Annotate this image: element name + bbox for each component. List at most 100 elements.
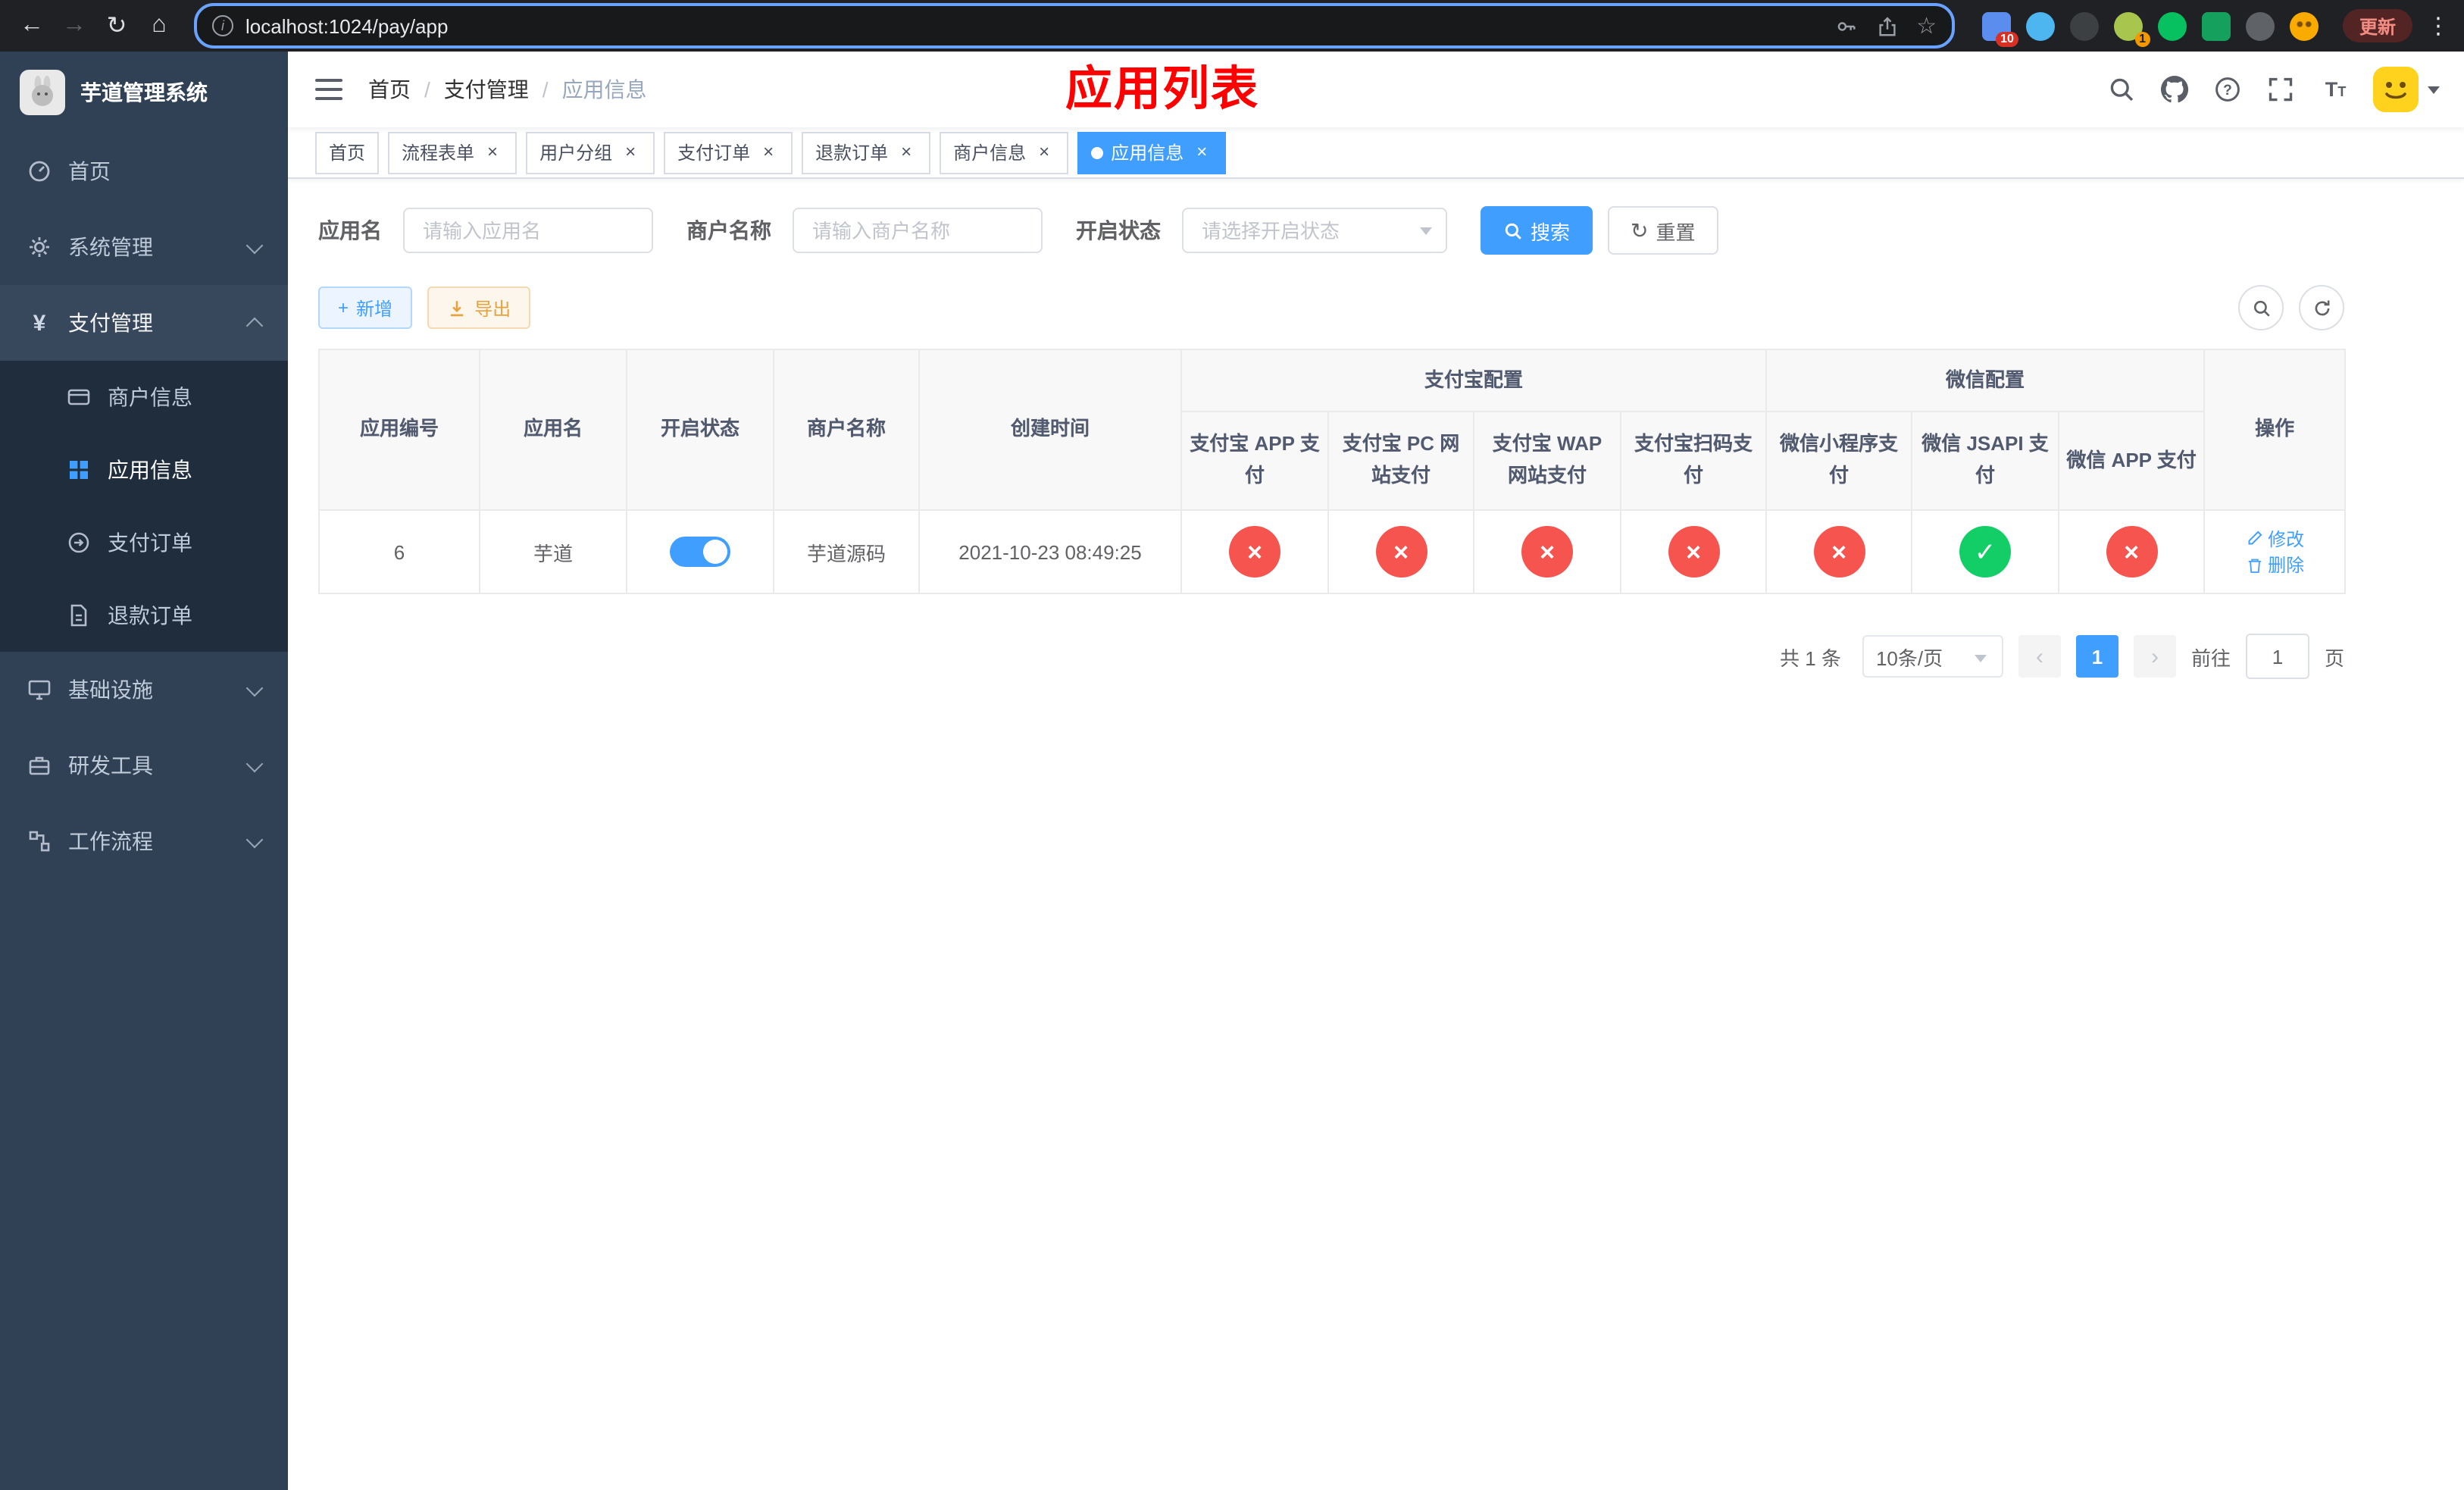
close-icon[interactable]: × [1033, 142, 1055, 163]
close-icon[interactable]: × [896, 142, 917, 163]
col-header-alipay-qr: 支付宝扫码支付 [1619, 411, 1768, 511]
table-row: 6 芋道 芋道源码 2021-10-23 08:49:25 × × × × × … [318, 509, 2347, 594]
avatar[interactable] [2373, 67, 2419, 112]
svg-text:T: T [2337, 84, 2346, 99]
close-icon[interactable]: × [758, 142, 779, 163]
url-text[interactable]: localhost:1024/pay/app [245, 14, 1822, 37]
site-info-icon[interactable]: i [212, 15, 233, 36]
app-logo[interactable]: 芋道管理系统 [0, 52, 288, 133]
breadcrumb-home[interactable]: 首页 [368, 74, 411, 105]
next-page-button[interactable]: › [2133, 635, 2176, 678]
tab-user-group[interactable]: 用户分组 × [526, 131, 655, 174]
extension-icon[interactable]: 10 [1981, 11, 2018, 46]
tab-label: 流程表单 [402, 142, 475, 164]
sidebar-item-pay-order[interactable]: 支付订单 [0, 506, 288, 579]
sidebar-item-pay[interactable]: ¥ 支付管理 [0, 285, 288, 361]
toggle-search-button[interactable] [2238, 285, 2284, 330]
cell-app-id: 6 [318, 509, 480, 594]
wx-jsapi-status-icon: ✓ [1959, 526, 2012, 578]
delete-button[interactable]: 删除 [2245, 552, 2304, 578]
search-icon [2253, 299, 2269, 316]
browser-update-button[interactable]: 更新 [2342, 9, 2412, 42]
user-menu[interactable] [2373, 67, 2440, 112]
export-button[interactable]: 导出 [427, 286, 531, 329]
extension-icon[interactable] [2025, 11, 2055, 40]
sidebar-item-infra[interactable]: 基础设施 [0, 652, 288, 728]
page-size-select[interactable]: 10条/页 [1862, 635, 2003, 678]
profile-avatar-icon[interactable] [2289, 11, 2319, 40]
total-count: 共 1 条 [1780, 646, 1841, 669]
extension-icon[interactable] [2157, 11, 2187, 40]
edit-button[interactable]: 修改 [2245, 525, 2304, 551]
sidebar-item-refund-order[interactable]: 退款订单 [0, 579, 288, 652]
search-button-label: 搜索 [1531, 221, 1571, 243]
browser-reload-button[interactable]: ↻ [97, 6, 136, 45]
sidebar-item-devtools[interactable]: 研发工具 [0, 728, 288, 803]
add-button[interactable]: + 新增 [318, 286, 413, 329]
reset-button[interactable]: ↻ 重置 [1608, 206, 1718, 255]
plus-icon: + [338, 297, 349, 318]
status-select-input[interactable] [1182, 208, 1447, 253]
sidebar-item-merchant-info[interactable]: 商户信息 [0, 361, 288, 434]
goto-page-input[interactable] [2245, 634, 2309, 679]
cell-app-name: 芋道 [479, 509, 627, 594]
sidebar-item-workflow[interactable]: 工作流程 [0, 803, 288, 879]
sidebar-item-app-info[interactable]: 应用信息 [0, 434, 288, 506]
help-icon[interactable]: ? [2208, 70, 2247, 109]
extensions-puzzle-icon[interactable] [2245, 11, 2275, 40]
document-icon [70, 604, 87, 627]
tab-refund-order[interactable]: 退款订单 × [802, 131, 931, 174]
rabbit-logo-icon [32, 76, 53, 106]
merchant-name-label: 商户名称 [686, 218, 771, 243]
export-button-label: 导出 [474, 298, 511, 319]
sidebar-item-home[interactable]: 首页 [0, 133, 288, 209]
browser-forward-button[interactable]: → [55, 6, 94, 45]
browser-home-button[interactable]: ⌂ [139, 6, 179, 45]
browser-menu-icon[interactable]: ⋮ [2425, 12, 2452, 39]
password-key-icon[interactable] [1834, 14, 1857, 37]
tab-app-info[interactable]: 应用信息 × [1077, 131, 1227, 174]
status-select[interactable] [1182, 208, 1447, 253]
sidebar-item-system[interactable]: 系统管理 [0, 209, 288, 285]
page-size-value: 10条/页 [1875, 646, 1943, 669]
address-bar[interactable]: i localhost:1024/pay/app ☆ [194, 3, 1955, 49]
prev-page-button[interactable]: ‹ [2018, 635, 2061, 678]
col-header-app-id: 应用编号 [318, 349, 480, 511]
extension-icon[interactable]: 1 [2113, 11, 2150, 46]
extension-icon[interactable] [2201, 11, 2231, 40]
close-icon[interactable]: × [482, 142, 503, 163]
font-size-icon[interactable]: TT [2314, 70, 2353, 109]
page-number-1[interactable]: 1 [2075, 635, 2118, 678]
tab-label: 退款订单 [815, 142, 889, 164]
status-toggle[interactable] [670, 537, 730, 567]
refresh-table-button[interactable] [2299, 285, 2344, 330]
sidebar-fold-icon[interactable] [312, 73, 346, 106]
fullscreen-icon[interactable] [2261, 70, 2300, 109]
merchant-name-input[interactable] [793, 208, 1043, 253]
search-icon[interactable] [2102, 70, 2141, 109]
app-name-input[interactable] [403, 208, 653, 253]
extension-icon[interactable] [2069, 11, 2099, 40]
top-navbar: 首页 / 支付管理 / 应用信息 应用列表 ? T T [288, 52, 2464, 127]
github-icon[interactable] [2155, 70, 2194, 109]
trash-icon [2247, 558, 2261, 572]
chevron-up-icon [245, 317, 264, 335]
search-button[interactable]: 搜索 [1481, 206, 1593, 255]
col-header-wx-app: 微信 APP 支付 [2058, 411, 2206, 511]
yen-icon: ¥ [33, 310, 46, 336]
breadcrumb-pay[interactable]: 支付管理 [444, 74, 529, 105]
share-icon[interactable] [1875, 14, 1898, 37]
menu-label: 支付订单 [108, 531, 192, 555]
tab-flow-form[interactable]: 流程表单 × [388, 131, 518, 174]
add-button-label: 新增 [356, 298, 393, 319]
browser-back-button[interactable]: ← [12, 6, 52, 45]
close-icon[interactable]: × [620, 142, 641, 163]
tab-merchant-info[interactable]: 商户信息 × [940, 131, 1069, 174]
breadcrumb: 首页 / 支付管理 / 应用信息 [368, 74, 647, 105]
bookmark-star-icon[interactable]: ☆ [1916, 14, 1937, 37]
wx-app-status-icon: × [2106, 526, 2158, 578]
tab-pay-order[interactable]: 支付订单 × [664, 131, 793, 174]
close-icon[interactable]: × [1191, 142, 1212, 163]
gear-icon [30, 237, 49, 257]
tab-home[interactable]: 首页 [315, 131, 380, 174]
